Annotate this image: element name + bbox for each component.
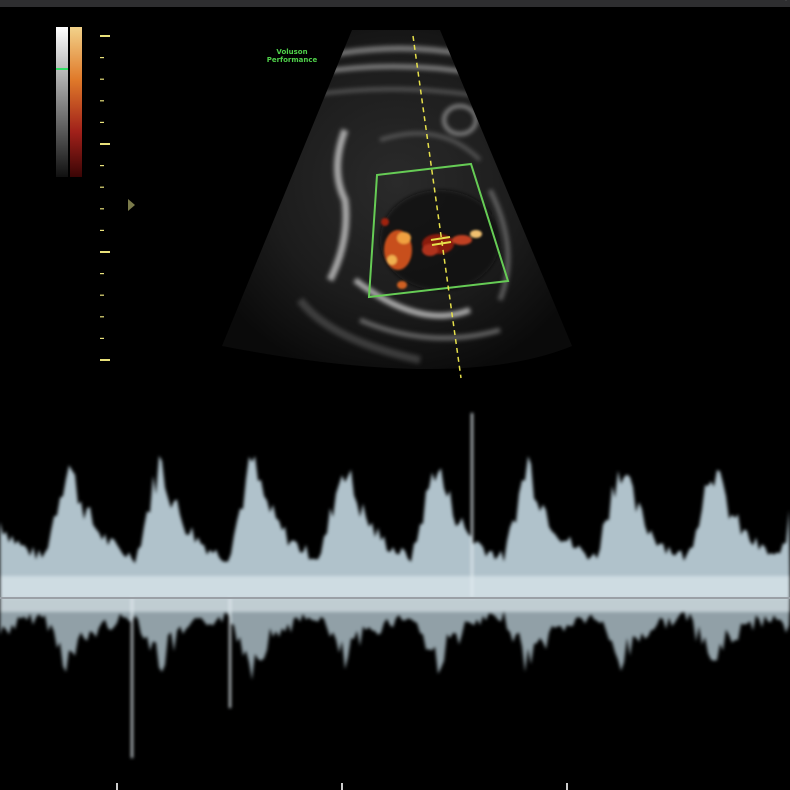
brand-line-2: Performance (266, 56, 318, 64)
time-marks (116, 783, 568, 790)
pw-doppler-spectrum[interactable] (0, 400, 790, 790)
ultrasound-sector (222, 30, 572, 369)
spectrum-core (0, 576, 790, 612)
depth-scale (100, 35, 110, 361)
bmode-image-panel[interactable] (0, 0, 790, 400)
focus-marker-icon[interactable] (128, 199, 136, 211)
color-map-bar (56, 27, 82, 177)
brand-line-1: Voluson (276, 48, 308, 56)
spectrum-waveform (0, 413, 790, 758)
brand-label: Voluson Performance (262, 48, 322, 64)
